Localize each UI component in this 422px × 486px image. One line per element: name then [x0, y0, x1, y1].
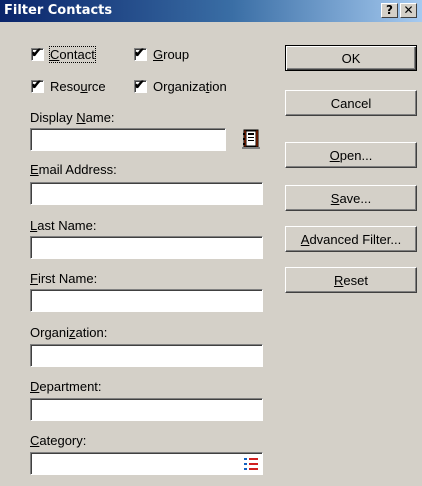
check-mark-icon: ✔	[31, 76, 42, 92]
contact-checkbox[interactable]: ✔	[31, 44, 44, 61]
last-name-input[interactable]	[30, 236, 263, 259]
department-label: Department:	[30, 379, 102, 394]
ok-button[interactable]: OK	[285, 45, 417, 71]
category-list-icon[interactable]	[244, 458, 258, 470]
resource-checkbox[interactable]: ✔	[31, 76, 44, 93]
group-checkbox[interactable]: ✔	[134, 44, 147, 61]
first-name-label: First Name:	[30, 271, 98, 286]
organization-checkbox-label: Organization	[153, 78, 227, 94]
department-input[interactable]	[30, 398, 263, 421]
category-input[interactable]	[30, 452, 263, 475]
organization-label: Organization:	[30, 325, 108, 340]
title-bar: Filter Contacts ? ✕	[0, 0, 422, 22]
address-book-icon[interactable]	[240, 128, 262, 150]
group-checkbox-label: Group	[153, 46, 190, 62]
check-mark-icon: ✔	[31, 44, 42, 60]
advanced-filter-button[interactable]: Advanced Filter...	[285, 226, 417, 252]
save-button[interactable]: Save...	[285, 185, 417, 211]
email-address-label: Email Address:	[30, 162, 117, 177]
organization-input[interactable]	[30, 344, 263, 367]
window-title: Filter Contacts	[4, 3, 113, 18]
reset-button[interactable]: Reset	[285, 267, 417, 293]
last-name-label: Last Name:	[30, 218, 97, 233]
check-mark-icon: ✔	[134, 76, 145, 92]
check-mark-icon: ✔	[134, 44, 145, 60]
resource-checkbox-label: Resource	[50, 78, 106, 94]
organization-checkbox-row[interactable]: ✔ Organization	[134, 76, 227, 94]
contact-checkbox-label: Contact	[49, 45, 96, 63]
organization-checkbox[interactable]: ✔	[134, 76, 147, 93]
help-button[interactable]: ?	[381, 3, 398, 18]
filter-contacts-dialog: Filter Contacts ? ✕ ✔ Contact ✔ Group ✔ …	[0, 0, 422, 486]
email-address-input[interactable]	[30, 182, 263, 205]
cancel-button[interactable]: Cancel	[285, 90, 417, 116]
category-label: Category:	[30, 433, 87, 448]
contact-checkbox-row[interactable]: ✔ Contact	[31, 44, 96, 63]
first-name-input[interactable]	[30, 289, 263, 312]
group-checkbox-row[interactable]: ✔ Group	[134, 44, 190, 62]
display-name-input[interactable]	[30, 128, 226, 151]
resource-checkbox-row[interactable]: ✔ Resource	[31, 76, 106, 94]
close-button[interactable]: ✕	[400, 3, 417, 18]
display-name-label: Display Name:	[30, 110, 115, 125]
open-button[interactable]: Open...	[285, 142, 417, 168]
